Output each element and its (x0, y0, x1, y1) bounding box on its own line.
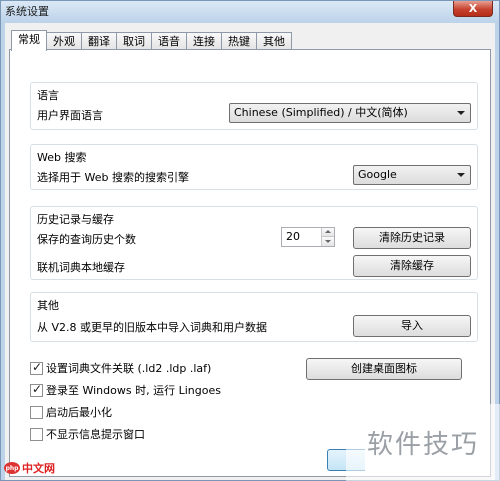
language-group: 语言 用户界面语言 Chinese (Simplified) / 中文(简体) (30, 82, 478, 130)
window-title: 系统设置 (5, 5, 49, 18)
tab-strip: 常规 外观 翻译 取词 语音 连接 热键 其他 (11, 30, 292, 51)
watermark-right: 软件技巧 (346, 404, 500, 481)
ui-language-label: 用户界面语言 (37, 109, 103, 122)
run-at-login-label: 登录至 Windows 时, 运行 Lingoes (46, 384, 221, 397)
web-search-group-title: Web 搜索 (37, 151, 87, 164)
start-minimized-option[interactable]: 启动后最小化 (30, 404, 112, 420)
search-engine-select[interactable]: Google (353, 165, 471, 185)
watermark-logo: php 中文网 (4, 460, 55, 476)
hide-tips-label: 不显示信息提示窗口 (46, 428, 145, 441)
history-group-title: 历史记录与缓存 (37, 213, 114, 226)
hide-tips-checkbox[interactable] (30, 427, 43, 441)
history-count-stepper[interactable]: 20 (281, 227, 335, 247)
close-button[interactable]: X (453, 1, 493, 17)
cache-label: 联机词典本地缓存 (37, 261, 125, 274)
chevron-down-icon (457, 173, 465, 177)
php-logo-icon: php (4, 462, 20, 474)
file-association-checkbox[interactable] (30, 360, 43, 375)
create-desktop-icon-button[interactable]: 创建桌面图标 (306, 358, 462, 380)
run-at-login-checkbox[interactable] (30, 382, 43, 397)
clear-history-button[interactable]: 清除历史记录 (353, 227, 471, 249)
watermark-right-text: 软件技巧 (366, 430, 479, 460)
web-search-group: Web 搜索 选择用于 Web 搜索的搜索引擎 Google (30, 144, 478, 190)
file-association-option[interactable]: 设置词典文件关联 (.ld2 .ldp .laf) (30, 360, 211, 376)
file-association-label: 设置词典文件关联 (.ld2 .ldp .laf) (46, 362, 212, 375)
history-cache-group: 历史记录与缓存 保存的查询历史个数 20 清除历史记录 联机词典本地缓存 清除缓… (30, 206, 478, 280)
run-at-login-option[interactable]: 登录至 Windows 时, 运行 Lingoes (30, 382, 221, 398)
import-label: 从 V2.8 或更早的旧版本中导入词典和用户数据 (37, 321, 268, 334)
other-group: 其他 从 V2.8 或更早的旧版本中导入词典和用户数据 导入 (30, 292, 478, 342)
other-group-title: 其他 (37, 299, 59, 312)
ui-language-value: Chinese (Simplified) / 中文(简体) (234, 106, 408, 119)
watermark-left-text: 中文网 (22, 462, 55, 475)
stepper-down-icon[interactable] (321, 237, 334, 246)
history-count-label: 保存的查询历史个数 (37, 233, 136, 246)
start-minimized-checkbox[interactable] (30, 405, 43, 419)
search-engine-value: Google (358, 168, 397, 181)
title-bar: 系统设置 X (1, 1, 499, 23)
stepper-up-icon[interactable] (321, 228, 334, 237)
clear-cache-button[interactable]: 清除缓存 (353, 255, 471, 277)
hide-tips-option[interactable]: 不显示信息提示窗口 (30, 426, 145, 442)
history-count-value: 20 (286, 230, 300, 243)
language-group-title: 语言 (37, 89, 59, 102)
tab-general[interactable]: 常规 (11, 30, 47, 51)
start-minimized-label: 启动后最小化 (46, 406, 112, 419)
ui-language-select[interactable]: Chinese (Simplified) / 中文(简体) (229, 103, 471, 123)
chevron-down-icon (457, 111, 465, 115)
search-engine-label: 选择用于 Web 搜索的搜索引擎 (37, 171, 189, 184)
import-button[interactable]: 导入 (353, 315, 471, 337)
